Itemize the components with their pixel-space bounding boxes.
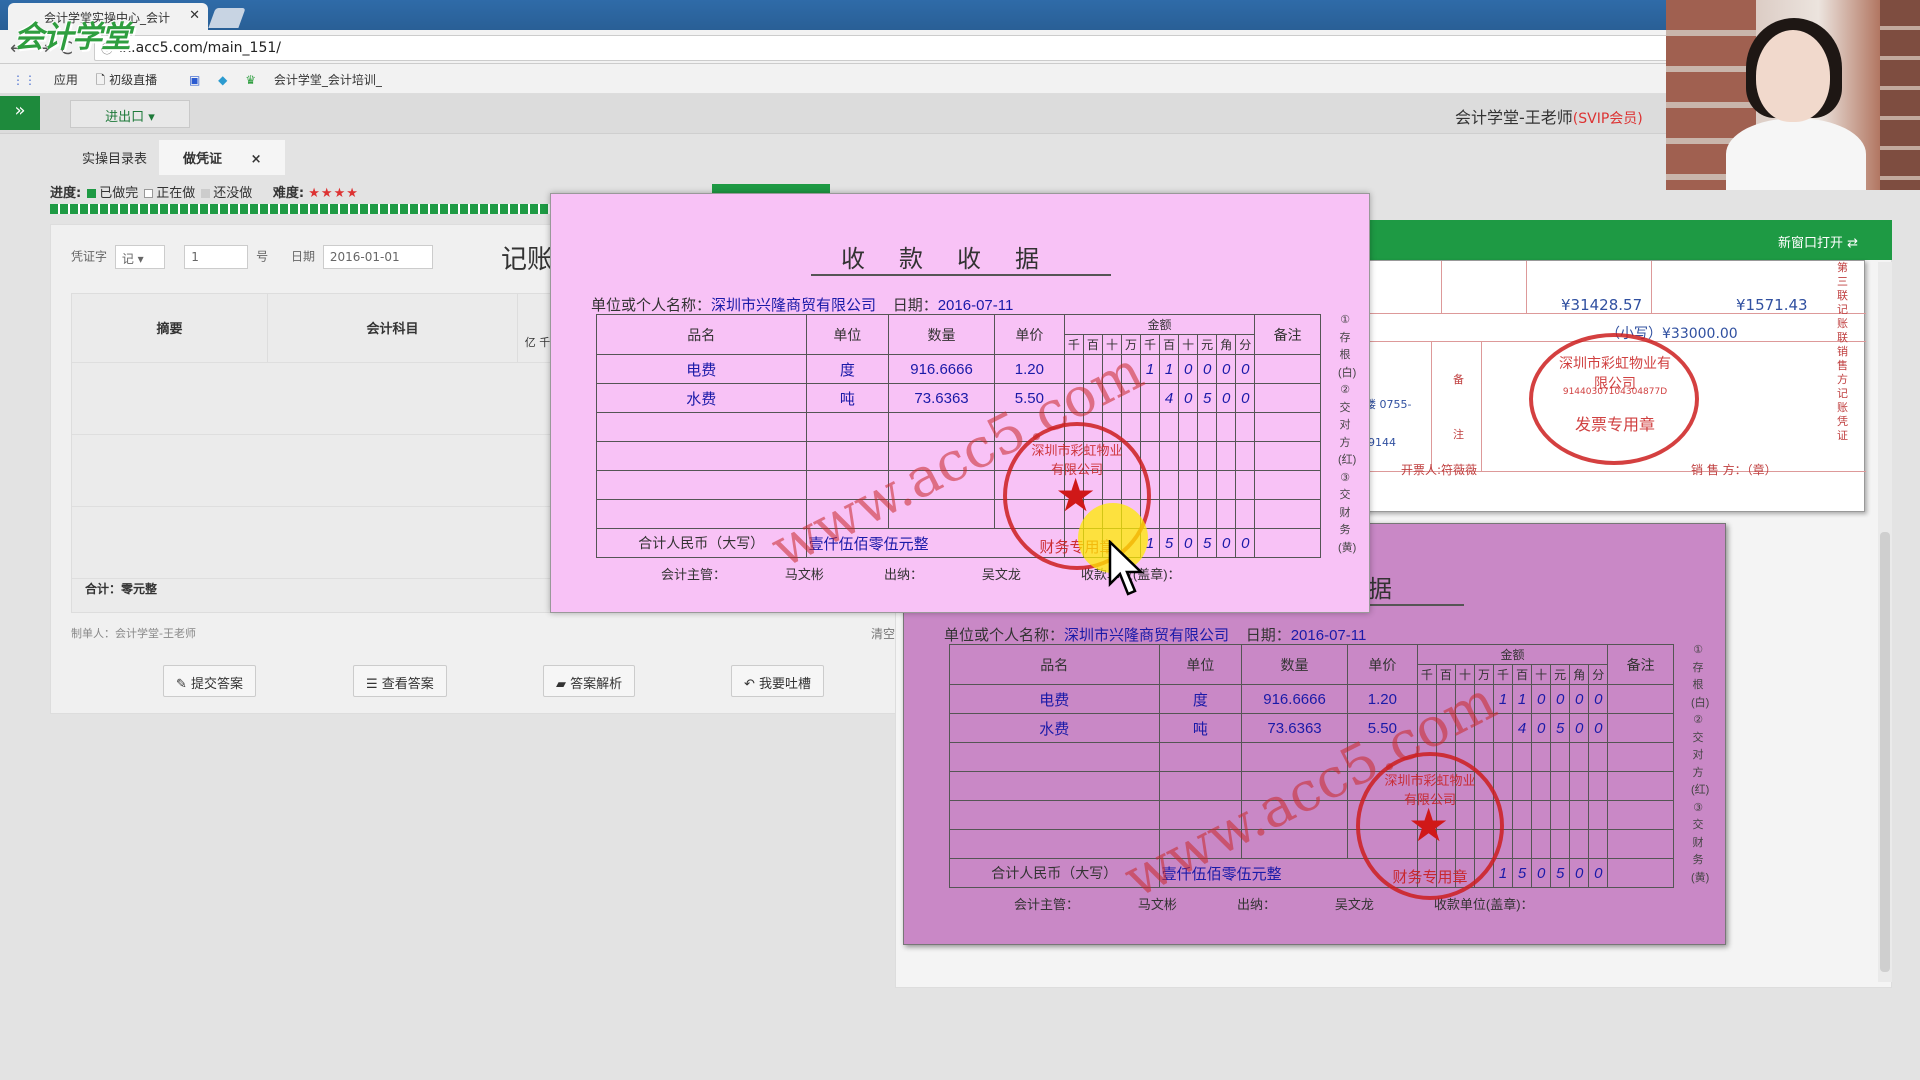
feedback-button[interactable]: ↶ 我要吐槽 — [731, 665, 825, 697]
progress-bar — [50, 204, 550, 214]
url-input[interactable]: ⓘ lx.acc5.com/main_151/ — [94, 35, 1674, 61]
apps-icon[interactable]: ⋮⋮ — [12, 73, 36, 87]
digit-cell: 0 — [1569, 858, 1590, 888]
close-tab-icon[interactable]: ✕ — [189, 8, 200, 23]
table-row: 电费度 916.6666 1.20 1 1 0 0 0 0 — [949, 684, 1674, 714]
site-logo: 会计学堂 — [14, 20, 131, 55]
invoice-seller: 销 售 方：（章） — [1691, 463, 1777, 477]
receipt-side-labels: ① 存根 (白) ② 交对方 (红) ③ 交财务 (黄) — [1691, 644, 1710, 884]
voucher-word-select[interactable]: 记 ▾ — [114, 245, 165, 269]
digit-cell: 0 — [1216, 354, 1237, 384]
progress-legend: 进度: 已做完 正在做 还没做 难度: ★★★★ — [50, 186, 359, 201]
total-label: 合计：零元整 — [85, 582, 158, 596]
digit-cell: 0 — [1588, 858, 1609, 888]
finance-stamp: 深圳市彩虹物业有限公司 ★ 财务专用章 — [1356, 752, 1504, 900]
open-new-window-link[interactable]: 新窗口打开 ⇄ — [1360, 220, 1892, 260]
digit-cell: 0 — [1178, 354, 1199, 384]
bookmark-live[interactable]: 🗋 初级直播 — [96, 73, 171, 87]
tab-make-voucher[interactable]: 做凭证 × — [159, 140, 286, 175]
table-row: 水费吨 73.6363 5.50 4 0 5 0 0 — [596, 383, 1321, 413]
digit-cell: 0 — [1588, 713, 1609, 743]
digit-cell: 0 — [1235, 383, 1256, 413]
signature-line: 会计主管： 马文彬 出纳： 吴文龙 收款单位(盖章)： — [1014, 897, 1534, 912]
vat-invoice-image: ¥31428.57 ¥1571.43 （小写）¥33000.00 -楼 0755… — [1360, 260, 1866, 512]
digit-cell: 5 — [1197, 528, 1218, 558]
invoice-issuer: 开票人:符薇薇 — [1401, 463, 1478, 477]
digit-cell: 5 — [1550, 713, 1571, 743]
digit-cell: 0 — [1216, 528, 1237, 558]
bookmark-apps[interactable]: 应用 — [54, 73, 78, 87]
date-input[interactable]: 2016-01-01 — [322, 245, 433, 269]
payer-line: 单位或个人名称：深圳市兴隆商贸有限公司 日期：2016-07-11 — [944, 627, 1367, 644]
invoice-stamp: 深圳市彩虹物业有限公司 91440307104304877D 发票专用章 — [1529, 333, 1699, 465]
url-text: lx.acc5.com/main_151/ — [119, 40, 281, 56]
list-icon: ☰ — [366, 677, 378, 692]
user-info: 会计学堂-王老师(SVIP会员) — [1455, 104, 1643, 128]
col-summary: 摘要 — [72, 294, 268, 362]
voucher-meta-row: 凭证字 记 ▾ 1 号 日期 2016-01-01 — [71, 245, 437, 269]
digit-cell: 4 — [1159, 383, 1180, 413]
payer-line: 单位或个人名称：深圳市兴隆商贸有限公司 日期：2016-07-11 — [591, 297, 1014, 314]
voucher-title: 记账 — [501, 245, 554, 275]
digit-cell: 0 — [1569, 713, 1590, 743]
close-tab-icon[interactable]: × — [239, 148, 274, 171]
invoice-side-text: 第三联 记账联 销售方记账凭证 — [1837, 261, 1848, 442]
bookmark-icon-2[interactable]: ◆ — [218, 73, 227, 87]
digit-cell: 0 — [1178, 383, 1199, 413]
sub-tabs: 实操目录表 做凭证 × — [70, 140, 286, 175]
invoice-tax: ¥1571.43 — [1736, 296, 1808, 314]
browser-tab-bar — [0, 0, 1920, 30]
digit-cell: 0 — [1531, 684, 1552, 714]
tab-practice-catalog[interactable]: 实操目录表 — [70, 144, 159, 171]
digit-cell: 0 — [1550, 684, 1571, 714]
digit-cell: 0 — [1588, 684, 1609, 714]
answer-analysis-button[interactable]: ▰ 答案解析 — [543, 665, 636, 697]
edit-icon: ✎ — [176, 677, 187, 692]
receipt-side-labels: ① 存根 (白) ② 交对方 (红) ③ 交财务 (黄) — [1338, 314, 1357, 554]
digit-cell: 0 — [1235, 528, 1256, 558]
folder-icon: ▰ — [556, 677, 566, 692]
menu-import-export[interactable]: 进出口 ▾ — [70, 100, 190, 128]
bookmarks-bar: ⋮⋮ 应用 🗋 初级直播 ▣ ◆ ♛ 会计学堂_会计培训_ — [0, 64, 1920, 94]
digit-cell: 0 — [1531, 858, 1552, 888]
digit-cell: 1 — [1512, 684, 1533, 714]
digit-cell: 0 — [1216, 383, 1237, 413]
digit-cell: 0 — [1197, 354, 1218, 384]
user-name: 会计学堂-王老师 — [1455, 108, 1573, 127]
col-account: 会计科目 — [268, 294, 518, 362]
digit-cell: 0 — [1569, 684, 1590, 714]
webcam-video — [1666, 0, 1920, 190]
clear-link[interactable]: 清空 — [871, 625, 895, 642]
vip-badge: (SVIP会员) — [1572, 111, 1643, 127]
digit-cell: 5 — [1159, 528, 1180, 558]
invoice-amount: ¥31428.57 — [1561, 296, 1643, 314]
digit-cell: 0 — [1531, 713, 1552, 743]
table-row: 水费吨 73.6363 5.50 4 0 5 0 0 — [949, 713, 1674, 743]
receipt-popup[interactable]: 收款收据 单位或个人名称：深圳市兴隆商贸有限公司 日期：2016-07-11 品名单… — [550, 193, 1370, 613]
bookmark-acc5[interactable]: ♛ 会计学堂_会计培训_ — [245, 73, 396, 87]
submit-answer-button[interactable]: ✎ 提交答案 — [163, 665, 257, 697]
sidebar-toggle-icon[interactable]: » — [0, 96, 40, 130]
view-answer-button[interactable]: ☰ 查看答案 — [353, 665, 447, 697]
digit-cell: 5 — [1512, 858, 1533, 888]
difficulty-stars: ★★★★ — [308, 186, 359, 201]
table-row: 电费度 916.6666 1.20 1 1 0 0 0 0 — [596, 354, 1321, 384]
total-row: 合计人民币（大写） 壹仟伍佰零伍元整 1 5 0 5 0 0 — [949, 858, 1674, 888]
total-row: 合计人民币（大写） 壹仟伍佰零伍元整 1 5 0 5 0 0 — [596, 528, 1321, 558]
digit-cell: 1 — [1493, 858, 1514, 888]
digit-cell: 0 — [1235, 354, 1256, 384]
panel-scrollbar[interactable] — [1878, 262, 1892, 982]
digit-cell: 5 — [1197, 383, 1218, 413]
digit-cell: 0 — [1178, 528, 1199, 558]
voucher-number-stepper[interactable]: 1 — [184, 245, 249, 269]
receipt-title: 收款收据 — [841, 246, 1073, 273]
mouse-pointer-icon — [1108, 540, 1145, 596]
maker-label: 制单人：会计学堂-王老师 — [71, 627, 196, 640]
digit-cell: 1 — [1159, 354, 1180, 384]
digit-cell: 5 — [1550, 858, 1571, 888]
bookmark-icon-1[interactable]: ▣ — [189, 73, 200, 87]
reply-icon: ↶ — [744, 677, 755, 692]
digit-cell: 4 — [1512, 713, 1533, 743]
